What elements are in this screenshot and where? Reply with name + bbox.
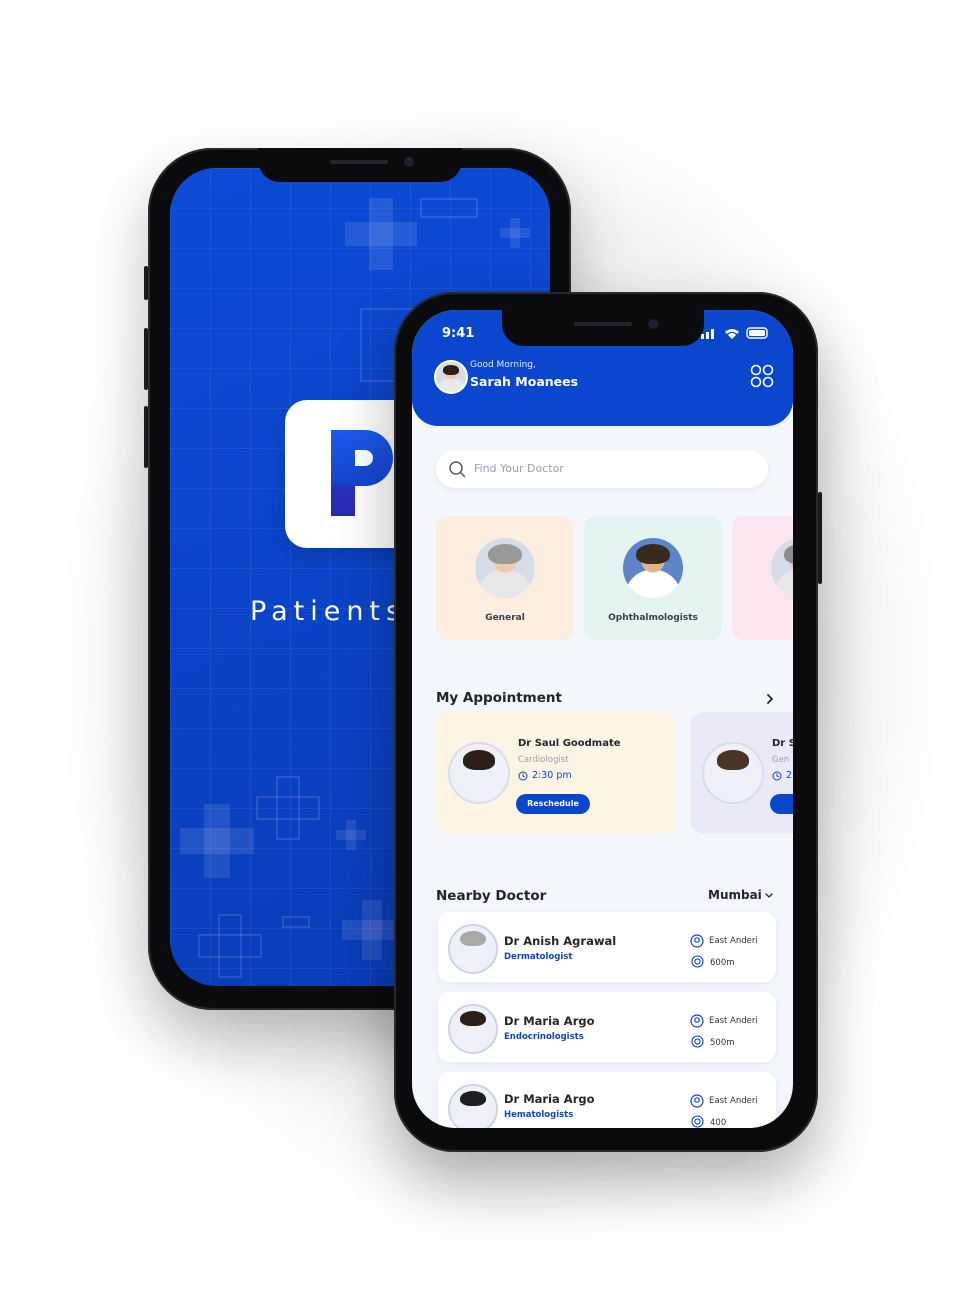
doctor-distance: 500m — [710, 1038, 735, 1048]
doctor-specialty: Dermatologist — [504, 952, 573, 962]
doctor-photo — [448, 924, 498, 974]
doctor-name: Dr Maria Argo — [504, 1014, 595, 1028]
doctor-photo — [771, 538, 793, 598]
user-name: Sarah Moanees — [470, 374, 579, 389]
doctor-distance: 600m — [710, 958, 735, 968]
distance-icon — [691, 1115, 704, 1128]
doctor-location: East Anderi — [709, 1016, 758, 1026]
category-label: General — [485, 613, 525, 623]
category-card-ophthalmologists[interactable]: Ophthalmologists — [584, 516, 722, 640]
appointment-specialty: Cardiologist — [518, 755, 569, 765]
doctor-name: Dr Maria Argo — [504, 1092, 595, 1106]
volume-down-button — [144, 406, 148, 468]
city-selector[interactable]: Mumbai — [708, 888, 762, 902]
location-pin-icon — [690, 1094, 704, 1108]
search-bar[interactable]: Find Your Doctor — [436, 450, 768, 488]
chevron-right-icon[interactable] — [764, 693, 776, 705]
appointment-time: 2 — [786, 770, 793, 781]
doctor-photo — [448, 742, 510, 804]
location-pin-icon — [690, 1014, 704, 1028]
power-button — [818, 492, 822, 584]
user-avatar[interactable] — [434, 360, 468, 394]
doctor-specialty: Endocrinologists — [504, 1032, 584, 1042]
doctor-distance: 400 — [710, 1118, 727, 1128]
category-label: O — [732, 613, 793, 623]
distance-icon — [691, 955, 704, 968]
cross-decoration — [346, 820, 356, 850]
home-phone: 9:41 Good Morning, Sarah Moanees Find Yo… — [394, 292, 822, 1152]
cross-outline-decoration — [276, 776, 300, 840]
doctor-specialty: Hematologists — [504, 1110, 574, 1120]
cross-outline-decoration — [218, 914, 242, 978]
doctor-list-item[interactable]: Dr Maria Argo Hematologists East Anderi … — [438, 1072, 776, 1128]
doctor-location: East Anderi — [709, 1096, 758, 1106]
category-label: Ophthalmologists — [608, 613, 698, 623]
cross-decoration — [362, 900, 382, 960]
menu-grid-icon[interactable] — [750, 364, 774, 388]
appointment-specialty: Gen — [772, 755, 790, 765]
reschedule-button[interactable]: Re — [770, 794, 793, 814]
greeting-text: Good Morning, — [470, 360, 536, 370]
search-icon — [449, 461, 466, 478]
appointment-doctor-name: Dr S — [772, 738, 793, 749]
cross-decoration — [204, 804, 230, 878]
doctor-location: East Anderi — [709, 936, 758, 946]
doctor-photo — [475, 538, 535, 598]
home-screen: 9:41 Good Morning, Sarah Moanees Find Yo… — [412, 310, 793, 1128]
category-card-general[interactable]: General — [436, 516, 574, 640]
notch — [258, 148, 462, 182]
doctor-list-item[interactable]: Dr Anish Agrawal Dermatologist East Ande… — [438, 912, 776, 982]
volume-up-button — [144, 328, 148, 390]
doctor-list-item[interactable]: Dr Maria Argo Endocrinologists East Ande… — [438, 992, 776, 1062]
appointment-doctor-name: Dr Saul Goodmate — [518, 738, 621, 749]
cross-outline-decoration — [282, 916, 310, 928]
search-input[interactable]: Find Your Doctor — [474, 462, 564, 475]
reschedule-button[interactable]: Reschedule — [516, 794, 590, 814]
appointment-card[interactable]: Dr Saul Goodmate Cardiologist 2:30 pm Re… — [436, 712, 676, 834]
clock-icon — [518, 771, 528, 781]
notch — [502, 310, 704, 346]
p-logo-icon — [331, 430, 393, 516]
doctor-photo — [448, 1004, 498, 1054]
section-title-nearby: Nearby Doctor — [436, 888, 547, 904]
chevron-down-icon[interactable] — [764, 892, 774, 900]
category-card-partial[interactable]: O — [732, 516, 793, 640]
doctor-name: Dr Anish Agrawal — [504, 934, 617, 948]
status-icons — [701, 327, 768, 339]
section-title-appointments: My Appointment — [436, 690, 562, 706]
doctor-photo — [623, 538, 683, 598]
mute-switch — [144, 266, 148, 300]
clock-icon — [772, 771, 782, 781]
doctor-photo — [702, 742, 764, 804]
status-time: 9:41 — [442, 326, 475, 341]
appointment-card[interactable]: Dr S Gen 2 Re — [690, 712, 793, 834]
appointment-time: 2:30 pm — [532, 770, 572, 781]
cross-outline-decoration — [420, 198, 478, 218]
cross-decoration — [510, 218, 520, 248]
distance-icon — [691, 1035, 704, 1048]
doctor-photo — [448, 1084, 498, 1128]
location-pin-icon — [690, 934, 704, 948]
cross-decoration — [369, 198, 393, 270]
